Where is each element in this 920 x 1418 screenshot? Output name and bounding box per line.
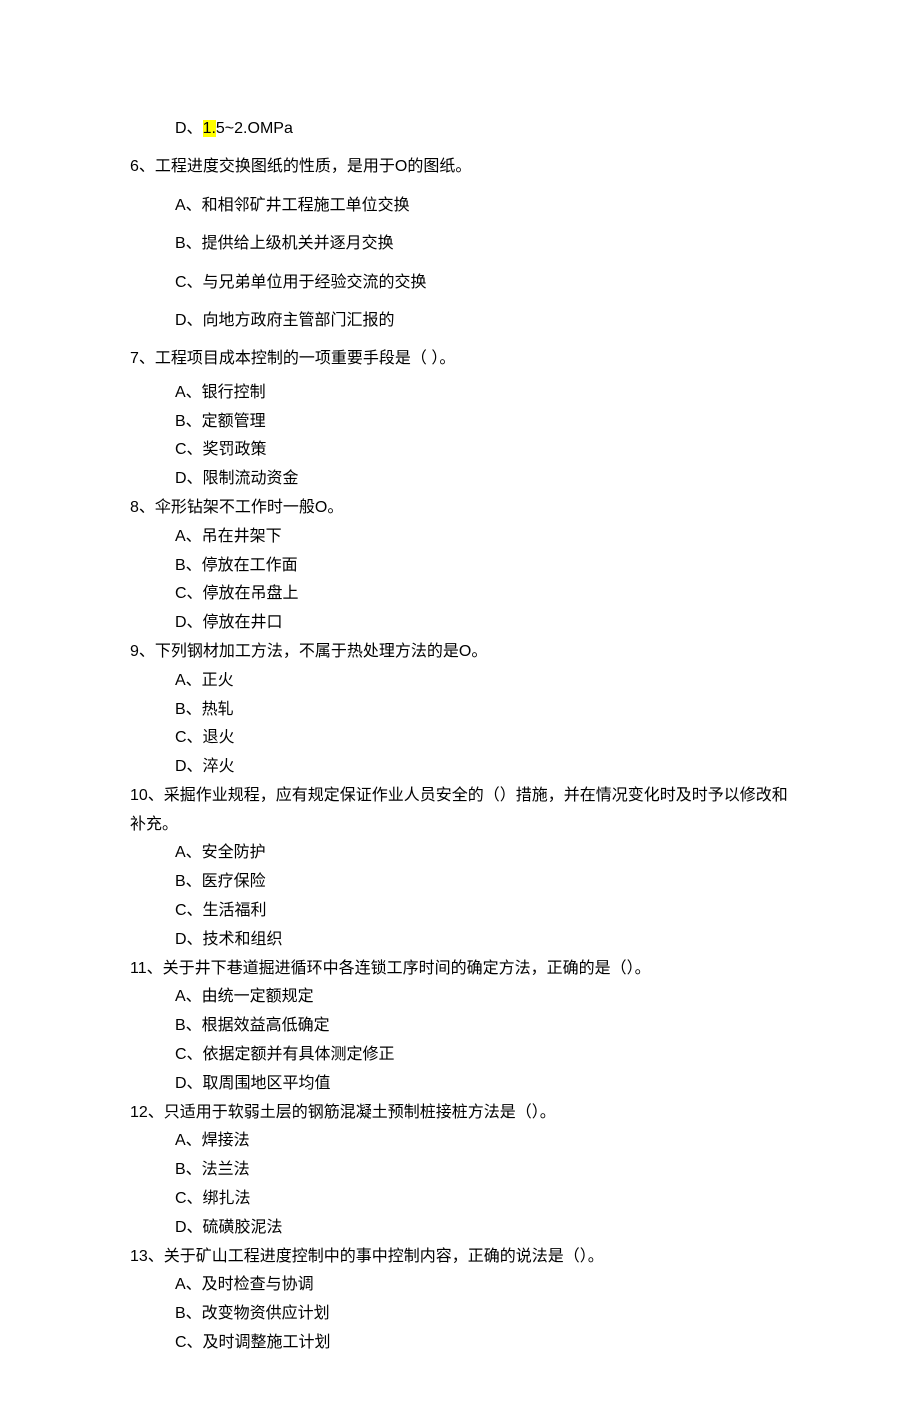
q6-option-a: A、和相邻矿井工程施工单位交换 bbox=[130, 187, 790, 225]
q6-option-c: C、与兄弟单位用于经验交流的交换 bbox=[130, 264, 790, 302]
q9-option-d: D、淬火 bbox=[130, 753, 790, 782]
q5-optD-highlight: 1. bbox=[203, 120, 216, 137]
q6-option-d: D、向地方政府主管部门汇报的 bbox=[130, 302, 790, 340]
q8-stem: 8、伞形钻架不工作时一般O。 bbox=[130, 494, 790, 523]
q9-stem: 9、下列钢材加工方法，不属于热处理方法的是O。 bbox=[130, 638, 790, 667]
q12-option-b: B、法兰法 bbox=[130, 1156, 790, 1185]
q6-option-b: B、提供给上级机关并逐月交换 bbox=[130, 225, 790, 263]
q10-option-a: A、安全防护 bbox=[130, 839, 790, 868]
document-page: D、1.5~2.OMPa 6、工程进度交换图纸的性质，是用于O的图纸。 A、和相… bbox=[0, 0, 920, 1418]
q7-option-a: A、银行控制 bbox=[130, 379, 790, 408]
q13-option-b: B、改变物资供应计划 bbox=[130, 1300, 790, 1329]
q12-option-c: C、绑扎法 bbox=[130, 1185, 790, 1214]
q6-stem: 6、工程进度交换图纸的性质，是用于O的图纸。 bbox=[130, 148, 790, 186]
q11-option-c: C、依据定额并有具体测定修正 bbox=[130, 1041, 790, 1070]
q5-optD-prefix: D、 bbox=[175, 120, 203, 137]
q11-option-a: A、由统一定额规定 bbox=[130, 983, 790, 1012]
q13-stem: 13、关于矿山工程进度控制中的事中控制内容，正确的说法是（）。 bbox=[130, 1243, 790, 1272]
q7-option-c: C、奖罚政策 bbox=[130, 436, 790, 465]
q9-option-a: A、正火 bbox=[130, 667, 790, 696]
q13-option-a: A、及时检查与协调 bbox=[130, 1271, 790, 1300]
q10-stem: 10、采掘作业规程，应有规定保证作业人员安全的（）措施，并在情况变化时及时予以修… bbox=[130, 782, 790, 840]
q8-option-c: C、停放在吊盘上 bbox=[130, 580, 790, 609]
q10-option-c: C、生活福利 bbox=[130, 897, 790, 926]
q8-option-b: B、停放在工作面 bbox=[130, 552, 790, 581]
q5-optD-rest: 5~2.OMPa bbox=[216, 120, 293, 137]
q12-stem: 12、只适用于软弱土层的钢筋混凝土预制桩接桩方法是（）。 bbox=[130, 1099, 790, 1128]
q12-option-d: D、硫磺胶泥法 bbox=[130, 1214, 790, 1243]
q7-option-b: B、定额管理 bbox=[130, 408, 790, 437]
q9-option-b: B、热轧 bbox=[130, 696, 790, 725]
q7-option-d: D、限制流动资金 bbox=[130, 465, 790, 494]
q5-option-d: D、1.5~2.OMPa bbox=[130, 110, 790, 148]
q10-option-b: B、医疗保险 bbox=[130, 868, 790, 897]
q8-option-d: D、停放在井口 bbox=[130, 609, 790, 638]
q8-option-a: A、吊在井架下 bbox=[130, 523, 790, 552]
q12-option-a: A、焊接法 bbox=[130, 1127, 790, 1156]
q7-stem: 7、工程项目成本控制的一项重要手段是（ ）。 bbox=[130, 340, 790, 378]
q13-option-c: C、及时调整施工计划 bbox=[130, 1329, 790, 1358]
q11-option-d: D、取周围地区平均值 bbox=[130, 1070, 790, 1099]
q10-option-d: D、技术和组织 bbox=[130, 926, 790, 955]
q11-stem: 11、关于井下巷道掘进循环中各连锁工序时间的确定方法，正确的是（）。 bbox=[130, 955, 790, 984]
q9-option-c: C、退火 bbox=[130, 724, 790, 753]
q11-option-b: B、根据效益高低确定 bbox=[130, 1012, 790, 1041]
